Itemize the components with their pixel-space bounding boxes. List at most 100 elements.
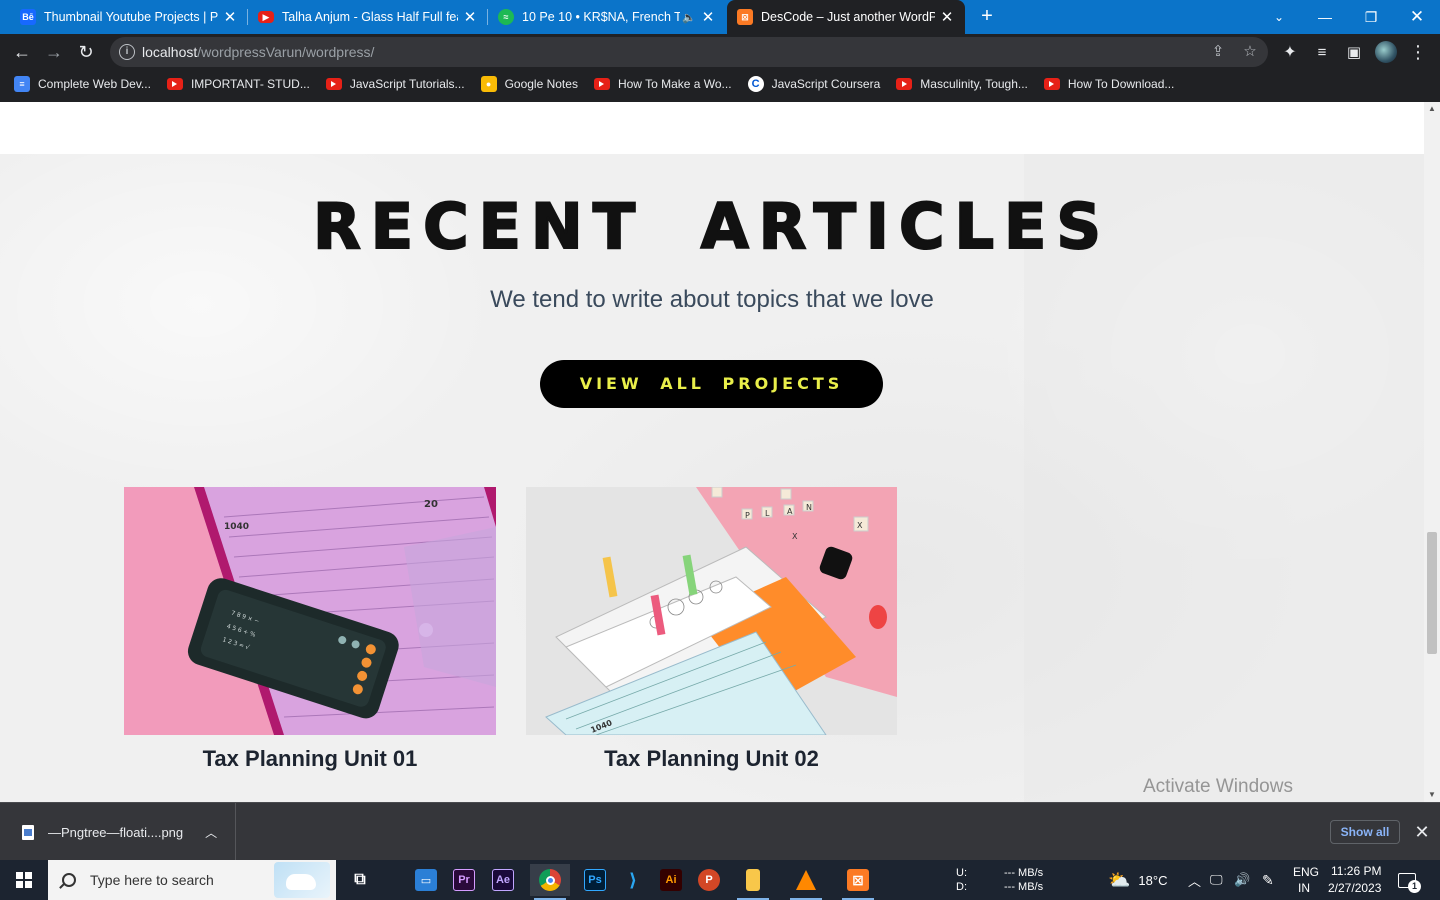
docs-icon: ≡ — [14, 76, 30, 92]
search-icon — [62, 873, 76, 887]
region-indicator[interactable]: IN — [1298, 881, 1310, 895]
clock-date[interactable]: 2/27/2023 — [1328, 881, 1381, 895]
scroll-down-arrow-icon[interactable]: ▼ — [1424, 788, 1440, 802]
bookmark-item[interactable]: JavaScript Tutorials... — [325, 77, 465, 91]
minimize-button[interactable]: — — [1302, 0, 1348, 34]
article-card[interactable]: PLANXX 1040 Tax Planning Unit 02 — [526, 487, 897, 772]
language-indicator[interactable]: ENG — [1293, 865, 1319, 879]
svg-text:P: P — [745, 511, 750, 520]
youtube-icon — [325, 78, 342, 90]
windows-logo-icon — [16, 872, 32, 888]
url-text[interactable]: localhost/wordpressVarun/wordpress/ — [142, 44, 374, 60]
scroll-up-arrow-icon[interactable]: ▲ — [1424, 102, 1440, 116]
page-scrollbar[interactable]: ▲ ▼ — [1424, 102, 1440, 802]
address-bar[interactable]: i localhost/wordpressVarun/wordpress/ ⇪ … — [110, 37, 1268, 67]
clock-time[interactable]: 11:26 PM — [1331, 864, 1381, 878]
svg-text:X: X — [857, 521, 863, 530]
computer-app-icon[interactable]: ▭ — [406, 864, 446, 896]
forward-arrow-icon[interactable]: → — [40, 38, 68, 66]
image-file-icon — [22, 824, 34, 840]
taskbar-search-box[interactable]: Type here to search — [48, 860, 336, 900]
net-download-label: D: — [956, 881, 967, 893]
speaker-icon[interactable]: 🔈 — [682, 11, 696, 24]
chevron-up-icon[interactable]: ︿ — [205, 824, 217, 841]
extensions-puzzle-icon[interactable]: ✦ — [1276, 38, 1304, 66]
close-download-bar-icon[interactable]: ✕ — [1410, 820, 1434, 844]
profile-avatar[interactable] — [1372, 38, 1400, 66]
tab-youtube[interactable]: ▶ Talha Anjum - Glass Half Full feat ✕ — [248, 0, 488, 34]
article-image[interactable]: PLANXX 1040 — [526, 487, 897, 735]
bookmark-label: How To Make a Wo... — [617, 77, 732, 91]
svg-text:20: 20 — [424, 499, 438, 510]
close-tab-icon[interactable]: ✕ — [222, 8, 238, 26]
close-tab-icon[interactable]: ✕ — [462, 8, 478, 26]
tab-spotify[interactable]: ≈ 10 Pe 10 • KR$NA, French Th 🔈 ✕ — [488, 0, 726, 34]
close-tab-icon[interactable]: ✕ — [700, 8, 716, 26]
bookmark-item[interactable]: How To Download... — [1043, 77, 1174, 91]
youtube-icon — [593, 78, 610, 90]
task-view-icon[interactable]: ⧉ — [340, 864, 380, 896]
svg-text:X: X — [792, 532, 798, 541]
bookmark-label: JavaScript Coursera — [771, 77, 881, 91]
file-explorer-icon[interactable] — [733, 864, 773, 900]
tab-title: Talha Anjum - Glass Half Full feat — [282, 10, 458, 24]
youtube-icon — [1043, 78, 1060, 90]
after-effects-icon[interactable]: Ae — [483, 864, 523, 896]
view-all-projects-button[interactable]: VIEW ALL PROJECTS — [540, 360, 883, 408]
notification-badge: 1 — [1408, 879, 1421, 893]
article-image[interactable]: 1040 20 7 8 9 × − 4 5 6 + % 1 2 3 = √ — [124, 487, 496, 735]
svg-text:N: N — [806, 503, 812, 512]
notification-center-icon[interactable]: 1 — [1398, 860, 1421, 900]
restore-button[interactable]: ❐ — [1348, 0, 1394, 34]
article-title[interactable]: Tax Planning Unit 01 — [124, 746, 496, 772]
network-icon[interactable]: 🖵 — [1210, 860, 1223, 900]
temperature-text: 18°C — [1138, 872, 1168, 888]
bookmark-item[interactable]: How To Make a Wo... — [593, 77, 732, 91]
article-card[interactable]: 1040 20 7 8 9 × − 4 5 6 + % 1 2 3 = √ Ta… — [124, 487, 496, 772]
photoshop-icon[interactable]: Ps — [575, 864, 615, 896]
bookmark-item[interactable]: Masculinity, Tough... — [896, 77, 1028, 91]
back-arrow-icon[interactable]: ← — [8, 38, 36, 66]
menu-kebab-icon[interactable]: ⋮ — [1404, 38, 1432, 66]
start-button[interactable] — [0, 860, 48, 900]
vscode-icon[interactable]: ⟩ — [613, 864, 653, 896]
xampp-icon[interactable]: ⊠ — [838, 864, 878, 900]
bookmark-item[interactable]: ≡ Complete Web Dev... — [14, 76, 151, 92]
pen-icon[interactable]: ✎ — [1262, 860, 1274, 900]
net-upload-label: U: — [956, 867, 967, 879]
weather-widget[interactable]: ⛅ 18°C — [1108, 860, 1167, 900]
side-panel-icon[interactable]: ▣ — [1340, 38, 1368, 66]
site-info-icon[interactable]: i — [119, 44, 135, 60]
tab-behance[interactable]: Bē Thumbnail Youtube Projects | Ph ✕ — [0, 0, 248, 34]
volume-icon[interactable]: 🔊 — [1234, 860, 1250, 900]
close-tab-icon[interactable]: ✕ — [939, 8, 955, 26]
bookmark-item[interactable]: ● Google Notes — [480, 76, 578, 92]
article-title[interactable]: Tax Planning Unit 02 — [526, 746, 897, 772]
tab-descode[interactable]: ⊠ DesCode – Just another WordPre ✕ — [727, 0, 965, 34]
reload-icon[interactable]: ↻ — [72, 38, 100, 66]
close-window-button[interactable]: ✕ — [1394, 0, 1440, 34]
bookmark-star-icon[interactable]: ☆ — [1240, 42, 1260, 62]
vlc-icon[interactable] — [786, 864, 826, 900]
bookmark-item[interactable]: C JavaScript Coursera — [747, 76, 881, 92]
scrollbar-thumb[interactable] — [1427, 532, 1437, 654]
bookmark-item[interactable]: IMPORTANT- STUD... — [166, 77, 310, 91]
windows-taskbar: Type here to search ⧉ ▭ Pr Ae Ps ⟩ Ai P … — [0, 860, 1440, 900]
media-controls-icon[interactable]: ≡ — [1308, 38, 1336, 66]
chrome-icon[interactable] — [530, 864, 570, 900]
share-icon[interactable]: ⇪ — [1208, 42, 1228, 62]
download-file-name: —Pngtree—floati....png — [48, 824, 184, 840]
download-item[interactable]: —Pngtree—floati....png ︿ — [0, 803, 236, 861]
bookmark-label: JavaScript Tutorials... — [349, 77, 465, 91]
powerpoint-icon[interactable]: P — [689, 864, 729, 896]
show-all-button[interactable]: Show all — [1330, 820, 1400, 844]
bookmark-label: IMPORTANT- STUD... — [190, 77, 310, 91]
illustrator-icon[interactable]: Ai — [651, 864, 691, 896]
show-hidden-icons-chevron-icon[interactable]: ︿ — [1188, 860, 1201, 900]
bookmarks-bar: ≡ Complete Web Dev... IMPORTANT- STUD... … — [0, 70, 1440, 98]
tab-search-icon[interactable]: ⌄ — [1256, 0, 1302, 34]
premiere-pro-icon[interactable]: Pr — [444, 864, 484, 896]
new-tab-button[interactable]: + — [976, 5, 998, 27]
browser-toolbar: ← → ↻ i localhost/wordpressVarun/wordpre… — [0, 34, 1440, 70]
tab-strip: Bē Thumbnail Youtube Projects | Ph ✕ ▶ T… — [0, 0, 1440, 34]
